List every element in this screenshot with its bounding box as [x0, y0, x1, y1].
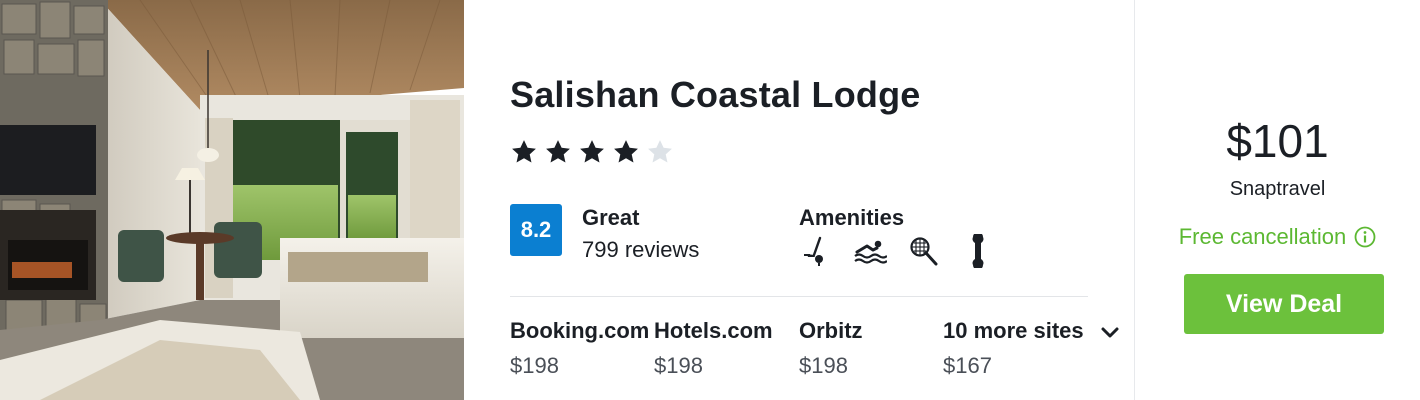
- section-divider: [510, 296, 1088, 297]
- site-offer[interactable]: Booking.com $198: [510, 318, 650, 379]
- free-cancellation-label: Free cancellation: [1178, 224, 1347, 249]
- deal-provider: Snaptravel: [1229, 178, 1326, 200]
- star-filled-icon: [546, 140, 570, 163]
- site-offer[interactable]: Orbitz $198: [799, 318, 939, 379]
- site-offer[interactable]: Hotels.com $198: [654, 318, 794, 379]
- site-name: 10 more sites: [943, 318, 1084, 343]
- site-price: $198: [799, 353, 848, 378]
- star-filled-icon: [614, 140, 638, 163]
- amenities-label: Amenities: [799, 205, 905, 230]
- star-filled-icon: [580, 140, 604, 163]
- hotel-info: Salishan Coastal Lodge 8.2 Great 799 rev…: [464, 0, 1134, 400]
- site-name: Booking.com: [510, 318, 650, 343]
- deal-panel: $101 Snaptravel Free cancellation View D…: [1135, 0, 1420, 400]
- hotel-photo[interactable]: [0, 0, 464, 400]
- view-deal-button[interactable]: View Deal: [1184, 274, 1384, 334]
- swimming-icon[interactable]: [853, 234, 887, 268]
- site-price: $167: [943, 353, 992, 378]
- tennis-icon[interactable]: [907, 234, 941, 268]
- review-score-badge[interactable]: 8.2: [510, 204, 562, 256]
- review-count[interactable]: 799 reviews: [582, 237, 699, 263]
- site-price: $198: [510, 353, 559, 378]
- site-name: Hotels.com: [654, 318, 773, 343]
- site-price: $198: [654, 353, 703, 378]
- hotel-room-image: [0, 0, 464, 400]
- chevron-down-icon[interactable]: [1100, 326, 1120, 340]
- site-name: Orbitz: [799, 318, 863, 343]
- star-rating: [510, 138, 674, 166]
- amenity-icons: [799, 234, 995, 268]
- star-filled-icon: [512, 140, 536, 163]
- hotel-name[interactable]: Salishan Coastal Lodge: [510, 74, 921, 116]
- price-comparison: Booking.com $198 Hotels.com $198 Orbitz …: [510, 318, 1130, 388]
- pet-friendly-icon[interactable]: [961, 234, 995, 268]
- info-icon[interactable]: [1354, 226, 1376, 248]
- rating-label: Great: [582, 205, 640, 230]
- golf-icon[interactable]: [799, 234, 833, 268]
- star-empty-icon: [648, 140, 672, 163]
- hotel-result-card: Salishan Coastal Lodge 8.2 Great 799 rev…: [0, 0, 1420, 400]
- free-cancellation: Free cancellation: [1135, 224, 1420, 250]
- more-sites-toggle[interactable]: 10 more sites $167: [943, 318, 1108, 379]
- deal-price[interactable]: $101: [1135, 114, 1420, 168]
